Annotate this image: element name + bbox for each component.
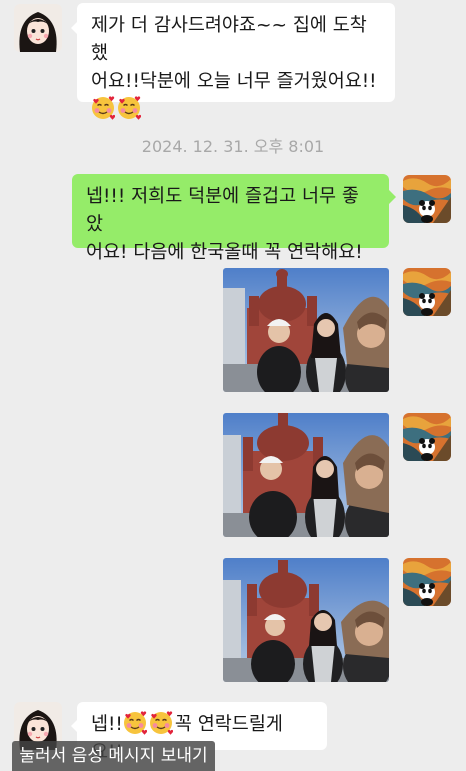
smiling-face-with-hearts-icon xyxy=(123,711,147,735)
sent-photo-message[interactable] xyxy=(223,268,389,392)
message-text: 넵!! xyxy=(91,714,123,735)
message-timestamp: 2024. 12. 31. 오후 8:01 xyxy=(141,137,325,156)
sent-photo-message[interactable] xyxy=(223,413,389,537)
sent-message-bubble[interactable]: 넵!!! 저희도 덕분에 즐겁고 너무 좋았 어요! 다음에 한국올때 꼭 연락… xyxy=(72,174,389,263)
sent-photo-message[interactable] xyxy=(223,558,389,682)
smiling-face-with-hearts-icon xyxy=(91,96,115,120)
message-text-line: 제가 더 감사드려야죠~~ 집에 도착했 xyxy=(91,15,367,64)
smiling-face-with-hearts-icon xyxy=(149,711,173,735)
self-avatar[interactable] xyxy=(403,413,451,461)
smiling-face-with-hearts-icon xyxy=(117,96,141,120)
friend-avatar[interactable] xyxy=(14,4,62,52)
message-text-line: 어요!!닥분에 오늘 너무 즐거웠어요!! xyxy=(91,71,377,92)
self-avatar[interactable] xyxy=(403,268,451,316)
message-text-line: 넵!!! 저희도 덕분에 즐겁고 너무 좋았 xyxy=(86,186,359,235)
emoji-row xyxy=(91,96,381,124)
self-avatar[interactable] xyxy=(403,558,451,606)
self-avatar[interactable] xyxy=(403,175,451,223)
received-message-bubble[interactable]: 제가 더 감사드려야죠~~ 집에 도착했 어요!!닥분에 오늘 너무 즐거웠어요… xyxy=(77,3,395,120)
bubble-tail xyxy=(389,190,396,204)
message-text-line: 어요! 다음에 한국올때 꼭 연락해요! xyxy=(86,242,363,263)
